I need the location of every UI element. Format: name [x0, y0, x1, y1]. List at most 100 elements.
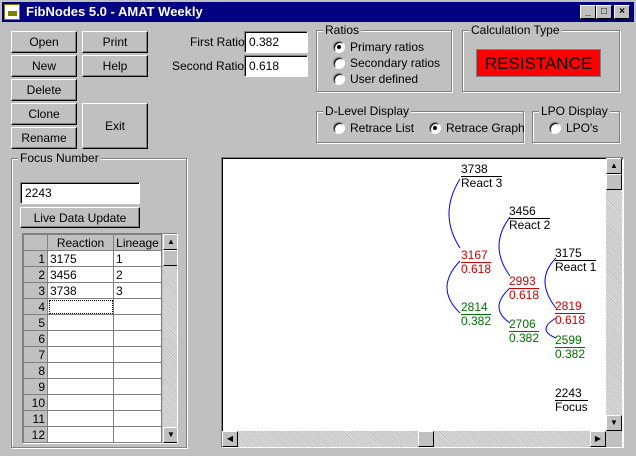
level-value: 2814: [461, 301, 492, 315]
close-button[interactable]: ×: [614, 5, 630, 19]
reaction-cell[interactable]: [47, 298, 114, 315]
grid-scrollbar[interactable]: ▲ ▼: [163, 234, 177, 443]
radio-dot-selected[interactable]: [429, 122, 441, 134]
reaction-cell[interactable]: [47, 330, 114, 347]
graph-vertical-scrollbar[interactable]: ▲ ▼: [606, 158, 622, 431]
reaction-cell[interactable]: [47, 314, 114, 331]
node-value: 3456: [509, 205, 551, 219]
table-row[interactable]: 1 3175 1: [23, 250, 162, 267]
lineage-cell[interactable]: 2: [113, 266, 162, 283]
level-react1-red: 2819 0.618: [555, 300, 586, 327]
primary-ratios-radio[interactable]: Primary ratios: [333, 40, 424, 54]
level-ratio: 0.382: [509, 331, 540, 345]
reaction-cell[interactable]: [47, 410, 114, 427]
grid-scroll-thumb[interactable]: [163, 250, 177, 266]
reaction-cell[interactable]: 3738: [47, 282, 114, 299]
level-ratio: 0.618: [461, 262, 492, 276]
exit-button[interactable]: Exit: [82, 103, 148, 149]
reaction-cell[interactable]: [47, 394, 114, 411]
lineage-cell[interactable]: [113, 314, 162, 331]
table-row[interactable]: 12: [23, 426, 162, 443]
app-icon[interactable]: [4, 4, 20, 20]
print-button[interactable]: Print: [82, 31, 148, 53]
lineage-cell[interactable]: 1: [113, 250, 162, 267]
reaction-table: Reaction Lineage 1 3175 1 2 3456 2 3 3738 3 4 5 6 7 8…: [23, 234, 162, 443]
reaction-cell[interactable]: [47, 426, 114, 443]
row-number: 1: [23, 250, 48, 267]
lpos-radio[interactable]: LPO's: [549, 121, 598, 135]
table-row[interactable]: 7: [23, 346, 162, 363]
live-data-update-button[interactable]: Live Data Update: [20, 207, 140, 228]
table-row[interactable]: 9: [23, 378, 162, 395]
lineage-cell[interactable]: [113, 394, 162, 411]
scroll-down-icon[interactable]: ▼: [163, 427, 177, 443]
secondary-ratios-radio[interactable]: Secondary ratios: [333, 56, 440, 70]
radio-dot[interactable]: [333, 57, 345, 69]
retrace-graph-radio[interactable]: Retrace Graph: [429, 121, 525, 135]
reaction-cell[interactable]: 3456: [47, 266, 114, 283]
user-defined-radio[interactable]: User defined: [333, 72, 418, 86]
table-row[interactable]: 4: [23, 298, 162, 315]
graph-vscroll-thumb[interactable]: [606, 174, 622, 190]
row-number: 10: [23, 394, 48, 411]
clone-button[interactable]: Clone: [11, 103, 77, 125]
second-ratio-label: Second Ratio: [172, 59, 245, 73]
level-value: 3167: [461, 249, 492, 263]
lineage-cell[interactable]: [113, 410, 162, 427]
table-row[interactable]: 10: [23, 394, 162, 411]
table-row[interactable]: 8: [23, 362, 162, 379]
column-header-reaction[interactable]: Reaction: [47, 234, 114, 251]
second-ratio-input[interactable]: 0.618: [244, 55, 308, 77]
lineage-cell[interactable]: [113, 298, 162, 315]
scroll-right-icon[interactable]: ▶: [590, 431, 606, 447]
radio-dot-selected[interactable]: [333, 41, 345, 53]
focus-number-input[interactable]: 2243: [20, 182, 140, 204]
column-header-lineage[interactable]: Lineage: [113, 234, 162, 251]
lineage-cell[interactable]: 3: [113, 282, 162, 299]
level-ratio: 0.618: [555, 313, 586, 327]
node-value: 3175: [555, 247, 597, 261]
new-button[interactable]: New: [11, 55, 77, 77]
minimize-button[interactable]: _: [580, 5, 596, 19]
lineage-cell[interactable]: [113, 426, 162, 443]
rename-button[interactable]: Rename: [11, 127, 77, 149]
node-label: Focus: [555, 400, 588, 414]
lineage-cell[interactable]: [113, 378, 162, 395]
help-button[interactable]: Help: [82, 55, 148, 77]
radio-dot[interactable]: [549, 122, 561, 134]
reaction-cell[interactable]: [47, 378, 114, 395]
maximize-button[interactable]: □: [596, 5, 612, 19]
table-row[interactable]: 11: [23, 410, 162, 427]
retrace-list-radio[interactable]: Retrace List: [333, 121, 414, 135]
reaction-cell[interactable]: [47, 346, 114, 363]
graph-vscroll-track[interactable]: [606, 174, 622, 415]
graph-hscroll-track[interactable]: [238, 431, 590, 447]
scroll-up-icon[interactable]: ▲: [163, 234, 177, 250]
radio-dot[interactable]: [333, 73, 345, 85]
open-button[interactable]: Open: [11, 31, 77, 53]
table-row[interactable]: 2 3456 2: [23, 266, 162, 283]
scroll-down-icon[interactable]: ▼: [606, 415, 622, 431]
delete-button[interactable]: Delete: [11, 79, 77, 101]
table-row[interactable]: 6: [23, 330, 162, 347]
scroll-up-icon[interactable]: ▲: [606, 158, 622, 174]
reaction-cell[interactable]: [47, 362, 114, 379]
table-row[interactable]: 3 3738 3: [23, 282, 162, 299]
table-row[interactable]: 5: [23, 314, 162, 331]
lineage-cell[interactable]: [113, 330, 162, 347]
reaction-cell[interactable]: 3175: [47, 250, 114, 267]
scroll-left-icon[interactable]: ◀: [222, 431, 238, 447]
lineage-cell[interactable]: [113, 362, 162, 379]
node-react1: 3175 React 1: [555, 247, 597, 274]
grid-scroll-track[interactable]: [163, 250, 177, 427]
level-react2-green: 2706 0.382: [509, 318, 540, 345]
graph-hscroll-thumb[interactable]: [418, 431, 434, 447]
first-ratio-input[interactable]: 0.382: [244, 31, 308, 53]
lineage-cell[interactable]: [113, 346, 162, 363]
graph-horizontal-scrollbar[interactable]: ◀ ▶: [222, 431, 606, 447]
title-bar[interactable]: FibNodes 5.0 - AMAT Weekly _ □ ×: [2, 2, 634, 22]
primary-ratios-label: Primary ratios: [350, 40, 425, 54]
level-react2-red: 2993 0.618: [509, 275, 540, 302]
radio-dot[interactable]: [333, 122, 345, 134]
reaction-grid[interactable]: Reaction Lineage 1 3175 1 2 3456 2 3 3738 3 4 5 6 7 8…: [22, 233, 178, 444]
